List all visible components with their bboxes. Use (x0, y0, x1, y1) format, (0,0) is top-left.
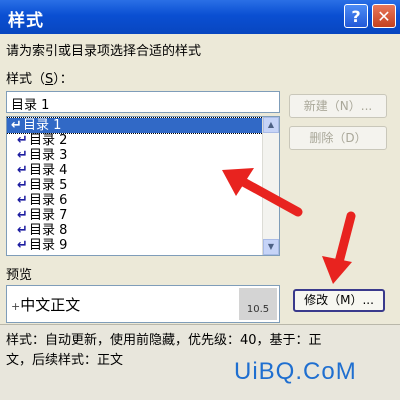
list-item[interactable]: ↵目录 2 (7, 133, 263, 148)
arrow-to-modify-icon (322, 211, 356, 284)
styles-list[interactable]: ↵目录 1 ↵目录 2 ↵目录 3 ↵目录 4 ↵目录 5 ↵目录 6 ↵目录 … (6, 116, 280, 256)
delete-style-button[interactable]: 删除（D） (289, 126, 387, 150)
preview-text-line: +中文正文 (11, 294, 80, 315)
styles-label: 样式（S）： (6, 68, 73, 87)
styles-list-items: ↵目录 1 ↵目录 2 ↵目录 3 ↵目录 4 ↵目录 5 ↵目录 6 ↵目录 … (7, 117, 264, 253)
list-item[interactable]: ↵目录 7 (7, 208, 263, 223)
list-item[interactable]: ↵目录 6 (7, 193, 263, 208)
paragraph-mark-icon: ↵ (17, 208, 28, 223)
watermark-logo: UiBQ.CoM (234, 358, 357, 385)
dialog-title: 样式 (8, 11, 44, 31)
list-item[interactable]: ↵目录 4 (7, 163, 263, 178)
list-item[interactable]: ↵目录 3 (7, 148, 263, 163)
scroll-down-arrow-icon[interactable]: ▼ (263, 239, 279, 255)
preview-text: 中文正文 (20, 296, 81, 314)
paragraph-mark-icon: ↵ (11, 118, 22, 133)
style-name-field[interactable]: 目录 1 (6, 91, 280, 113)
paragraph-mark-icon: ↵ (17, 193, 28, 208)
paragraph-mark-icon: ↵ (17, 223, 28, 238)
list-item-label: 目录 2 (29, 133, 68, 148)
list-item[interactable]: ↵目录 9 (7, 238, 263, 253)
list-item[interactable]: ↵目录 1 (7, 117, 264, 134)
list-item-label: 目录 8 (29, 223, 68, 238)
modify-button[interactable]: 修改（M）... (293, 289, 385, 312)
styles-list-scrollbar[interactable]: ▲ ▼ (262, 117, 279, 255)
paragraph-mark-icon: ↵ (17, 148, 28, 163)
title-bar: 样式 ? ✕ (0, 0, 400, 34)
instruction-text: 请为索引或目录项选择合适的样式 (6, 44, 202, 59)
close-button[interactable]: ✕ (372, 4, 396, 28)
paragraph-mark-icon: ↵ (17, 238, 28, 253)
list-item-label: 目录 1 (23, 118, 62, 133)
list-item[interactable]: ↵目录 5 (7, 178, 263, 193)
list-item-label: 目录 9 (29, 238, 68, 253)
styles-label-prefix: 样式（ (6, 72, 46, 87)
list-item-label: 目录 5 (29, 178, 68, 193)
style-description-line: 样式：自动更新，使用前隐藏，优先级：40，基于：正 (6, 333, 322, 348)
new-style-button[interactable]: 新建（N）... (289, 94, 387, 118)
scroll-up-arrow-icon[interactable]: ▲ (263, 117, 279, 133)
preview-font-size: 10.5 (239, 288, 277, 320)
help-button[interactable]: ? (344, 4, 368, 28)
paragraph-mark-icon: ↵ (17, 163, 28, 178)
preview-label: 预览 (6, 268, 33, 283)
preview-mark: + (11, 300, 21, 313)
preview-box: +中文正文 10.5 (6, 285, 280, 323)
list-item-label: 目录 3 (29, 148, 68, 163)
styles-label-suffix: ）： (53, 72, 73, 87)
list-item-label: 目录 4 (29, 163, 68, 178)
list-item-label: 目录 7 (29, 208, 68, 223)
paragraph-mark-icon: ↵ (17, 178, 28, 193)
list-item-label: 目录 6 (29, 193, 68, 208)
paragraph-mark-icon: ↵ (17, 133, 28, 148)
list-item[interactable]: ↵目录 8 (7, 223, 263, 238)
